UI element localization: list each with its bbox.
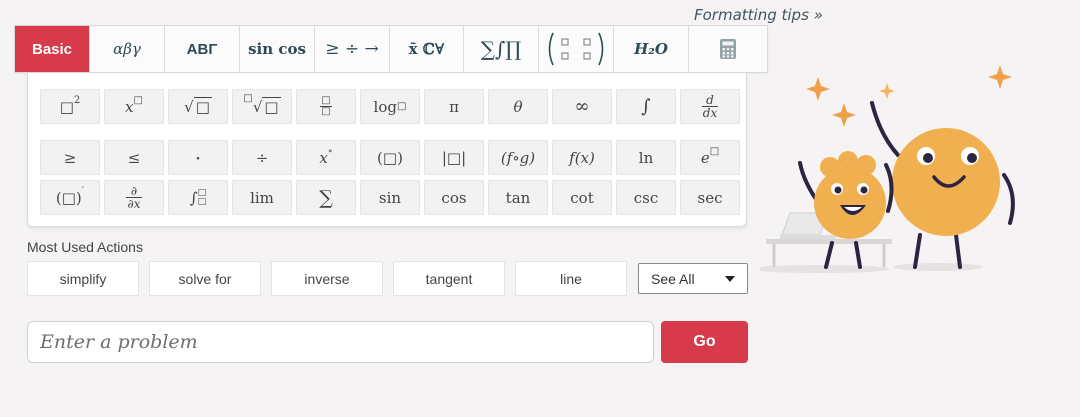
key-sin[interactable]: sin [360,180,420,215]
keypad-panel: □ 2 x □ √ □ □ √ □ □ □ log □ π θ ∞ ∫ d dx ≥ ≤ · ÷… [27,73,747,227]
key-square[interactable]: □ 2 [40,89,100,124]
action-inverse[interactable]: inverse [271,261,383,296]
key-theta[interactable]: θ [488,89,548,124]
key-cos[interactable]: cos [424,180,484,215]
caret-down-icon [725,275,735,282]
key-definite-integral[interactable]: ∫ □ □ [168,180,228,215]
tab-greek-lower[interactable]: αβγ [90,26,165,72]
action-line[interactable]: line [515,261,627,296]
key-csc[interactable]: csc [616,180,676,215]
key-function[interactable]: f(x) [552,140,612,175]
symbol-tabs: Basic αβγ ΑΒΓ sin cos ≥ ÷ → x̄ ℂ∀ ∑∫∏ H₂… [14,25,768,73]
key-divide[interactable]: ÷ [232,140,292,175]
key-derivative[interactable]: d dx [680,89,740,124]
sparkle-icon [806,65,1012,127]
matrix-icon [548,32,604,66]
key-composition[interactable]: (f∘g) [488,140,548,175]
tab-greek-upper[interactable]: ΑΒΓ [165,26,240,72]
action-simplify[interactable]: simplify [27,261,139,296]
key-sum[interactable]: ∑ [296,180,356,215]
action-tangent[interactable]: tangent [393,261,505,296]
key-sec[interactable]: sec [680,180,740,215]
key-degree[interactable]: x ∘ [296,140,356,175]
tab-basic[interactable]: Basic [15,26,90,72]
key-cot[interactable]: cot [552,180,612,215]
key-pi[interactable]: π [424,89,484,124]
key-limit[interactable]: lim [232,180,292,215]
formatting-tips-link[interactable]: Formatting tips » [694,6,823,24]
tab-matrix[interactable] [539,26,614,72]
tab-calculator[interactable] [689,26,767,72]
key-power[interactable]: x □ [104,89,164,124]
tab-trig[interactable]: sin cos [240,26,315,72]
mascots-illustration [760,65,1015,273]
see-all-dropdown[interactable]: See All [638,263,748,294]
most-used-title: Most Used Actions [27,239,143,255]
key-ln[interactable]: ln [616,140,676,175]
action-solve-for[interactable]: solve for [149,261,261,296]
key-tan[interactable]: tan [488,180,548,215]
key-prime[interactable]: (□) ′ [40,180,100,215]
key-less-equal[interactable]: ≤ [104,140,164,175]
key-greater-equal[interactable]: ≥ [40,140,100,175]
key-nth-root[interactable]: □ √ □ [232,89,292,124]
see-all-label: See All [651,270,695,287]
key-log[interactable]: log □ [360,89,420,124]
key-partial[interactable]: ∂ ∂x [104,180,164,215]
tab-sets[interactable]: x̄ ℂ∀ [390,26,464,72]
key-parentheses[interactable]: (□) [360,140,420,175]
tab-calculus[interactable]: ∑∫∏ [464,26,539,72]
problem-input[interactable] [27,321,654,363]
key-absolute[interactable]: |□| [424,140,484,175]
tab-operators[interactable]: ≥ ÷ → [315,26,390,72]
key-infinity[interactable]: ∞ [552,89,612,124]
key-integral[interactable]: ∫ [616,89,676,124]
calculator-icon [720,39,736,59]
key-exp[interactable]: e □ [680,140,740,175]
key-dot[interactable]: · [168,140,228,175]
go-button[interactable]: Go [661,321,748,363]
key-sqrt[interactable]: √ □ [168,89,228,124]
tab-chemistry[interactable]: H₂O [614,26,689,72]
key-fraction[interactable]: □ □ [296,89,356,124]
